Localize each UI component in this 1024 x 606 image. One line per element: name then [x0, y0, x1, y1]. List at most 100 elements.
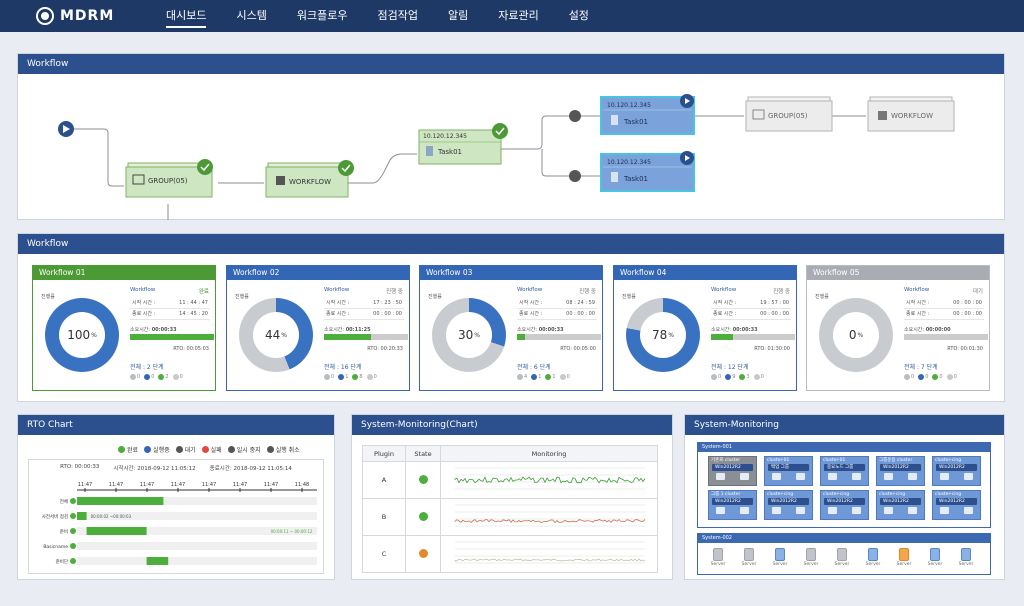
server-item[interactable]: Server	[863, 548, 883, 567]
server-icon	[930, 548, 940, 561]
server-item[interactable]: Server	[770, 548, 790, 567]
task-node-2[interactable]: 10.120.12.345 Task01	[600, 94, 695, 135]
server-icons	[821, 473, 868, 480]
nav-item-data[interactable]: 자료관리	[498, 4, 538, 28]
status-badge: 대기	[972, 289, 983, 295]
cluster-tile[interactable]: 기존로 cluster Win2012R2	[708, 456, 757, 486]
complete-icon	[70, 513, 76, 519]
nav-item-alerts[interactable]: 알림	[448, 4, 468, 28]
cluster-title: cluster-01	[767, 458, 790, 463]
table-row[interactable]: C	[362, 535, 658, 573]
sparkline-chart	[454, 467, 646, 490]
start-time-row: 시작 시간 :08 : 24 : 59	[517, 298, 597, 309]
server-icons	[933, 507, 980, 514]
card-title: Workflow 05	[807, 266, 989, 280]
gantt-track	[77, 542, 317, 550]
nav-item-settings[interactable]: 설정	[569, 4, 589, 28]
workflow-card[interactable]: Workflow 02 진행률 44% Workflow 진행 중 시작 시간 :17 :…	[226, 265, 410, 391]
step-counts: 0180	[324, 374, 381, 380]
end-time-row: 종료 시간 :00 : 00 : 00	[324, 309, 404, 320]
cluster-badge: Win2012R2	[712, 498, 753, 505]
logo[interactable]: MDRM	[36, 7, 154, 25]
start-play-icon[interactable]	[58, 121, 74, 137]
workflow-card[interactable]: Workflow 03 진행률 30% Workflow 진행 중 시작 시간 :08 :…	[419, 265, 603, 391]
rto-start-time: 시작시간: 2018-09-12 11:05:12	[113, 466, 196, 472]
legend-dot	[118, 446, 125, 453]
server-name: Server	[896, 562, 912, 567]
check-icon	[338, 160, 354, 176]
cluster-tile[interactable]: cluster-cing Win2012R2	[820, 490, 869, 520]
sparkline-chart	[454, 504, 646, 527]
cluster-tile[interactable]: cluster-cing Win2012R2	[932, 456, 981, 486]
cluster-badge: Win2012R2	[880, 464, 921, 471]
server-icons	[709, 507, 756, 514]
nav-item-dashboard[interactable]: 대시보드	[166, 4, 207, 28]
task-node-3[interactable]: 10.120.12.345 Task01	[600, 151, 695, 192]
server-icon	[940, 473, 950, 480]
server-icon	[716, 473, 726, 480]
cluster-tile[interactable]: cluster-01 중요노드 그룹	[820, 456, 869, 486]
server-icons	[821, 507, 868, 514]
cluster-tile[interactable]: 그룹운용 cluster Win2012R2	[876, 456, 925, 486]
gantt-tick-label: 11:47	[78, 482, 92, 488]
table-row[interactable]: A	[362, 461, 658, 499]
server-item[interactable]: Server	[925, 548, 945, 567]
task-node-1-ip: 10.120.12.345	[423, 133, 467, 140]
cluster-tile[interactable]: 그룹 1 cluster Win2012R2	[708, 490, 757, 520]
cluster-tile[interactable]: cluster-cing Win2012R2	[876, 490, 925, 520]
workflow-card[interactable]: Workflow 01 진행률 100% Workflow 완료 시작 시간 :11 : …	[32, 265, 216, 391]
gantt-bar	[77, 512, 87, 520]
gantt-tick-label: 11:47	[140, 482, 154, 488]
card-title: Workflow 04	[614, 266, 796, 280]
nav-item-workflow[interactable]: 워크플로우	[297, 4, 348, 28]
gantt-row-label: 준비	[60, 528, 68, 535]
nav-item-inspection[interactable]: 점검작업	[377, 4, 417, 28]
server-item[interactable]: Server	[708, 548, 728, 567]
progress-donut: 0%	[819, 298, 893, 372]
donut-value: 100%	[59, 312, 105, 358]
workflow-card[interactable]: Workflow 04 진행률 78% Workflow 진행 중 시작 시간 :19 :…	[613, 265, 797, 391]
server-icon	[940, 507, 950, 514]
step-count: 0	[144, 374, 154, 380]
system-002-title: System-002	[698, 534, 990, 543]
cluster-title: cluster-01	[823, 458, 846, 463]
cluster-tile[interactable]: cluster-01 백업 그룹	[764, 456, 813, 486]
workflow-card[interactable]: Workflow 05 진행률 0% Workflow 대기 시작 시간 :00 : 00…	[806, 265, 990, 391]
server-item[interactable]: Server	[956, 548, 976, 567]
step-status-icon	[517, 374, 523, 380]
panel-title: RTO Chart	[18, 415, 334, 435]
rto-time: RTO: 01:30:00	[754, 346, 790, 352]
step-count: 0	[932, 374, 943, 380]
group-node-2[interactable]: GROUP(05)	[745, 96, 833, 132]
group-node-1[interactable]: GROUP(05)	[125, 159, 213, 198]
logo-text: MDRM	[60, 8, 115, 24]
workflow-node-2[interactable]: WORKFLOW	[867, 96, 955, 132]
server-item[interactable]: Server	[739, 548, 759, 567]
nav-item-system[interactable]: 시스템	[236, 4, 266, 28]
server-icons	[709, 473, 756, 480]
step-counts: 0000	[904, 374, 961, 380]
cluster-tile[interactable]: cluster-cing Win2012R2	[764, 490, 813, 520]
workflow-node-1[interactable]: WORKFLOW	[265, 160, 354, 198]
task-node-3-name: Task01	[623, 175, 648, 183]
card-title: Workflow 01	[33, 266, 215, 280]
server-item[interactable]: Server	[832, 548, 852, 567]
task-node-1[interactable]: 10.120.12.345 Task01	[418, 123, 508, 165]
table-row[interactable]: B	[362, 498, 658, 536]
step-count: 0	[559, 374, 570, 380]
gantt-row-label: 전체	[60, 498, 68, 505]
progress-label: 진행률	[428, 294, 442, 300]
server-item[interactable]: Server	[894, 548, 914, 567]
monitoring-sparkline	[440, 498, 658, 536]
progress-donut: 100%	[45, 298, 119, 372]
step-status-icon	[324, 374, 330, 380]
cluster-tile[interactable]: cluster-cing Win2012R2	[932, 490, 981, 520]
step-count: 0	[946, 374, 957, 380]
step-status-icon	[932, 374, 939, 380]
server-item[interactable]: Server	[801, 548, 821, 567]
workflow-diagram: GROUP(05) WORKFLOW 10.120.12.345 Task01	[58, 94, 955, 220]
server-icon	[739, 507, 749, 514]
elapsed-time: 소요시간: 00:00:33	[517, 327, 564, 333]
group-node-2-label: GROUP(05)	[768, 112, 808, 120]
donut-value: 0%	[833, 312, 879, 358]
